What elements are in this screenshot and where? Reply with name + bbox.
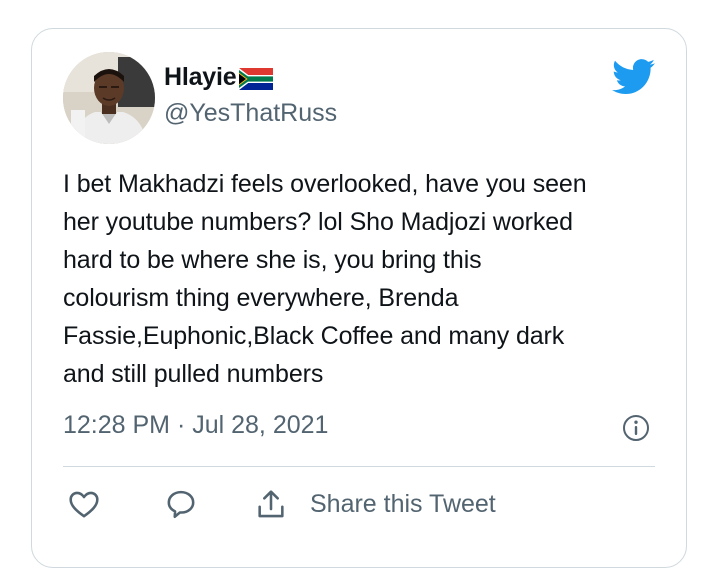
twitter-bird-icon[interactable] xyxy=(612,59,656,95)
author-name-row[interactable]: Hlayie xyxy=(164,63,274,92)
south-africa-flag-icon xyxy=(239,67,274,90)
avatar-photo xyxy=(63,52,155,144)
reply-bubble-icon xyxy=(167,490,195,519)
info-icon[interactable] xyxy=(622,414,650,442)
tweet-timestamp[interactable]: 12:28 PM · Jul 28, 2021 xyxy=(63,411,328,440)
like-button[interactable] xyxy=(67,487,101,521)
share-tweet-label[interactable]: Share this Tweet xyxy=(310,490,496,519)
heart-icon xyxy=(69,491,99,518)
share-icon xyxy=(258,490,284,518)
reply-button[interactable] xyxy=(164,487,198,521)
author-handle[interactable]: @YesThatRuss xyxy=(164,99,337,128)
avatar[interactable] xyxy=(63,52,155,144)
tweet-text: I bet Makhadzi feels overlooked, have yo… xyxy=(63,170,587,388)
share-tweet-button[interactable]: Share this Tweet xyxy=(254,487,496,521)
display-name[interactable]: Hlayie xyxy=(164,63,237,92)
divider xyxy=(63,466,655,467)
tweet-card[interactable]: Hlayie @YesThatRuss I bet Makhadzi feels… xyxy=(31,28,687,568)
